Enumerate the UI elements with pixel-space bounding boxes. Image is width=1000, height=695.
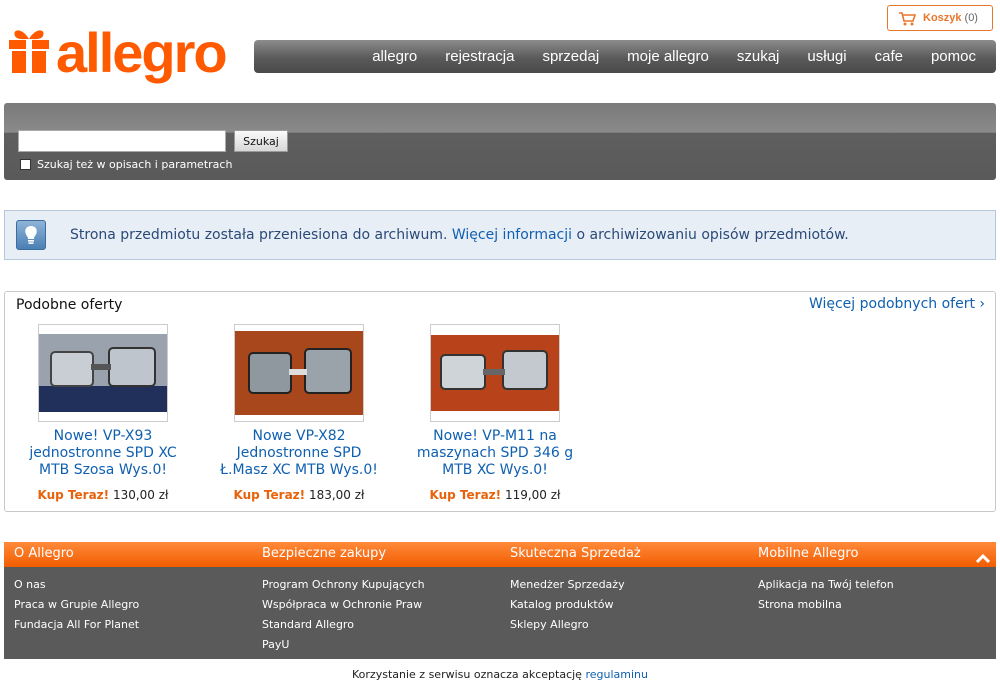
footer-link[interactable]: Katalog produktów	[510, 595, 748, 615]
footer-column-title: O Allegro	[14, 546, 74, 561]
notice-text-before: Strona przedmiotu została przeniesiona d…	[70, 227, 448, 243]
footer-column-title: Mobilne Allegro	[758, 546, 859, 561]
allegro-logo[interactable]: allegro	[8, 21, 228, 84]
similar-offers-title: Podobne oferty	[16, 297, 123, 313]
nav-pomoc[interactable]: pomoc	[931, 48, 976, 65]
search-bar: Szukaj Szukaj też w opisach i parametrac…	[4, 103, 996, 180]
footer-link[interactable]: Aplikacja na Twój telefon	[758, 575, 996, 595]
cart-button[interactable]: Koszyk (0)	[887, 5, 993, 31]
search-descriptions-checkbox[interactable]: Szukaj też w opisach i parametrach	[20, 158, 232, 171]
similar-offers: Podobne oferty Więcej podobnych ofert › …	[4, 291, 996, 512]
buy-now-label: Kup Teraz!	[429, 488, 502, 502]
offer-card[interactable]: Nowe VP-X82 Jednostronne SPD Ł.Masz XC M…	[214, 324, 384, 502]
footer-column: Mobilne Allegro Aplikacja na Twój telefo…	[748, 542, 996, 615]
footer-link[interactable]: Program Ochrony Kupujących	[262, 575, 500, 595]
cart-icon	[899, 11, 916, 25]
footer-column: O Allegro O nas Praca w Grupie Allegro F…	[4, 542, 252, 635]
footer-link[interactable]: Menedżer Sprzedaży	[510, 575, 748, 595]
nav-allegro[interactable]: allegro	[372, 48, 417, 65]
offer-title[interactable]: Nowe! VP-X93 jednostronne SPD XC MTB Szo…	[18, 428, 188, 479]
footer-column: Bezpieczne zakupy Program Ochrony Kupują…	[252, 542, 500, 655]
offer-price: Kup Teraz! 183,00 zł	[214, 488, 384, 502]
footer-link[interactable]: Standard Allegro	[262, 615, 500, 635]
offer-title[interactable]: Nowe! VP-M11 na maszynach SPD 346 g MTB …	[410, 428, 580, 479]
nav-uslugi[interactable]: usługi	[807, 48, 846, 65]
nav-szukaj[interactable]: szukaj	[737, 48, 780, 65]
footer-link[interactable]: Praca w Grupie Allegro	[14, 595, 252, 615]
footer-link[interactable]: PayU	[262, 635, 500, 655]
buy-now-label: Kup Teraz!	[233, 488, 306, 502]
offer-price: Kup Teraz! 119,00 zł	[410, 488, 580, 502]
nav-moje-allegro[interactable]: moje allegro	[627, 48, 709, 65]
footer: O Allegro O nas Praca w Grupie Allegro F…	[4, 542, 996, 659]
price-value: 130,00 zł	[112, 488, 169, 502]
gift-icon	[9, 30, 49, 73]
offer-title[interactable]: Nowe VP-X82 Jednostronne SPD Ł.Masz XC M…	[214, 428, 384, 479]
offer-card[interactable]: Nowe! VP-M11 na maszynach SPD 346 g MTB …	[410, 324, 580, 502]
logo-text: allegro	[56, 21, 228, 84]
offer-card[interactable]: Nowe! VP-X93 jednostronne SPD XC MTB Szo…	[18, 324, 188, 502]
notice-text: Strona przedmiotu została przeniesiona d…	[70, 227, 849, 243]
footer-link[interactable]: Strona mobilna	[758, 595, 996, 615]
cart-count: (0)	[964, 12, 978, 24]
search-input[interactable]	[18, 130, 226, 152]
search-button[interactable]: Szukaj	[234, 130, 288, 152]
checkbox-label: Szukaj też w opisach i parametrach	[37, 158, 233, 171]
offer-price: Kup Teraz! 130,00 zł	[18, 488, 188, 502]
offer-image[interactable]	[430, 324, 560, 422]
more-info-link[interactable]: Więcej informacji	[452, 227, 572, 243]
more-similar-link[interactable]: Więcej podobnych ofert ›	[809, 296, 985, 312]
nav-rejestracja[interactable]: rejestracja	[445, 48, 514, 65]
terms-link[interactable]: regulaminu	[585, 668, 648, 681]
price-value: 119,00 zł	[504, 488, 561, 502]
footer-link[interactable]: O nas	[14, 575, 252, 595]
archive-notice: Strona przedmiotu została przeniesiona d…	[4, 210, 996, 260]
buy-now-label: Kup Teraz!	[37, 488, 110, 502]
terms-notice: Korzystanie z serwisu oznacza akceptację…	[0, 668, 1000, 681]
nav-sprzedaj[interactable]: sprzedaj	[542, 48, 599, 65]
offer-image[interactable]	[38, 324, 168, 422]
footer-column-title: Bezpieczne zakupy	[262, 546, 387, 561]
price-value: 183,00 zł	[308, 488, 365, 502]
cart-label: Koszyk	[923, 12, 962, 24]
footer-link[interactable]: Sklepy Allegro	[510, 615, 748, 635]
lightbulb-icon	[16, 220, 46, 250]
notice-text-after: o archiwizowaniu opisów przedmiotów.	[576, 227, 849, 243]
footer-column: Skuteczna Sprzedaż Menedżer Sprzedaży Ka…	[500, 542, 748, 635]
footer-link[interactable]: Fundacja All For Planet	[14, 615, 252, 635]
nav-cafe[interactable]: cafe	[875, 48, 903, 65]
terms-text: Korzystanie z serwisu oznacza akceptację	[352, 668, 582, 681]
footer-link[interactable]: Współpraca w Ochronie Praw	[262, 595, 500, 615]
offer-image[interactable]	[234, 324, 364, 422]
footer-column-title: Skuteczna Sprzedaż	[510, 546, 641, 561]
checkbox[interactable]	[20, 159, 31, 170]
main-nav: allegro rejestracja sprzedaj moje allegr…	[254, 40, 996, 73]
